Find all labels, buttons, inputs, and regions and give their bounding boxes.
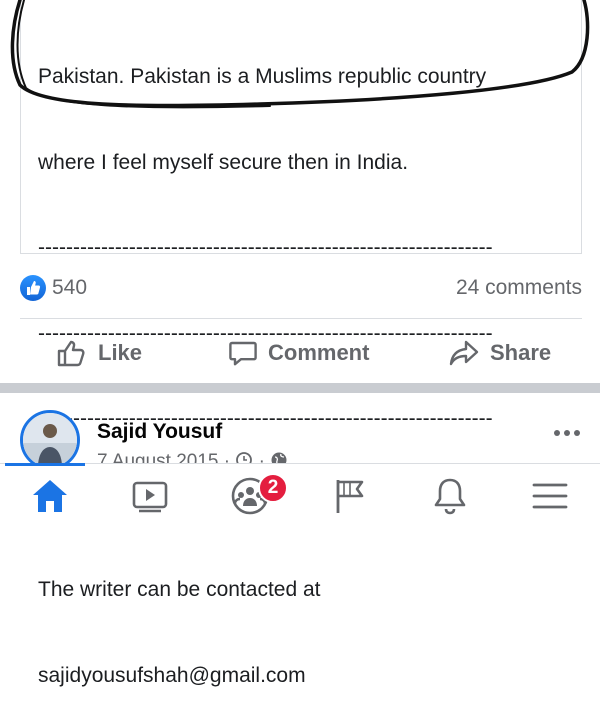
avatar[interactable] <box>20 410 80 470</box>
quoted-post-line: where I feel myself secure then in India… <box>38 150 409 174</box>
feed-separator <box>0 383 600 393</box>
quoted-post-line: ----------------------------------------… <box>38 236 493 259</box>
like-reaction-icon <box>20 275 46 301</box>
tab-pages[interactable] <box>300 464 400 528</box>
ellipsis-icon-dot <box>574 430 580 436</box>
tab-menu[interactable] <box>500 464 600 528</box>
post-author-name[interactable]: Sajid Yousuf <box>97 420 222 444</box>
tab-home[interactable] <box>0 464 100 528</box>
thumbs-up-icon <box>57 340 85 367</box>
share-button[interactable]: Share <box>448 336 551 370</box>
bottom-tab-bar <box>0 463 600 528</box>
quoted-post-line: The writer can be contacted at <box>38 578 321 601</box>
home-icon <box>33 480 67 512</box>
comments-count[interactable]: 24 comments <box>456 276 582 300</box>
quoted-post-line: sajidyousufshah@gmail.com <box>38 663 306 687</box>
ellipsis-icon <box>554 430 560 436</box>
watch-icon <box>132 481 168 513</box>
comment-button[interactable]: Comment <box>228 336 369 370</box>
active-tab-indicator <box>5 463 85 466</box>
comment-button-label: Comment <box>268 340 370 365</box>
comment-bubble-icon <box>229 341 257 366</box>
pages-flag-icon <box>336 480 364 513</box>
reactions-summary[interactable]: 540 24 comments <box>20 268 582 308</box>
menu-icon <box>532 483 568 509</box>
like-button[interactable]: Like <box>56 336 142 370</box>
share-arrow-icon <box>449 340 479 366</box>
notifications-bell-icon <box>434 478 466 515</box>
like-button-label: Like <box>98 340 143 365</box>
ellipsis-icon-dot <box>564 430 570 436</box>
tab-notifications[interactable] <box>400 464 500 528</box>
tab-watch[interactable] <box>100 464 200 528</box>
like-count: 540 <box>52 276 88 299</box>
post-action-bar: Like Comment Share <box>0 330 600 376</box>
share-button-label: Share <box>490 340 552 365</box>
divider <box>20 318 582 319</box>
post-more-options-button[interactable] <box>554 425 582 441</box>
groups-notification-badge: 2 <box>258 473 288 503</box>
quoted-post-line: Pakistan. Pakistan is a Muslims republic… <box>38 65 487 88</box>
